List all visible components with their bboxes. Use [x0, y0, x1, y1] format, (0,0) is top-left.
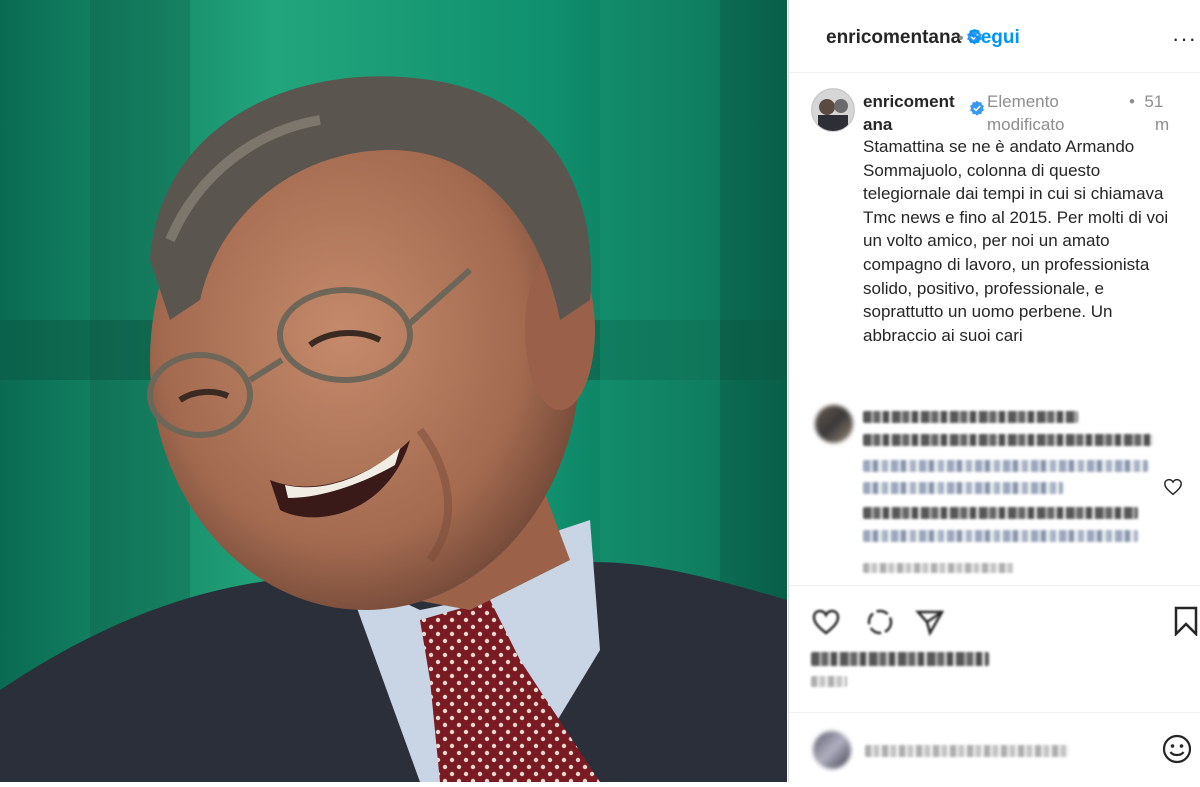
- caption-username[interactable]: enricoment ana: [863, 90, 963, 136]
- bookmark-icon[interactable]: [1173, 606, 1199, 636]
- add-comment-input-blurred[interactable]: [865, 745, 1069, 757]
- caption-text: Stamattina se ne è andato Armando Sommaj…: [863, 137, 1169, 345]
- current-user-avatar: [813, 731, 851, 769]
- comment-like-heart-icon[interactable]: [1163, 478, 1183, 496]
- comment-text-blurred: [863, 530, 1138, 542]
- action-bar: [789, 585, 1200, 786]
- caption-username-line2[interactable]: ana: [863, 113, 963, 136]
- emoji-icon[interactable]: [1161, 733, 1193, 765]
- comment-avatar[interactable]: [815, 405, 853, 443]
- header-separator: •: [958, 30, 964, 47]
- edited-line1: Elemento: [987, 92, 1059, 111]
- time-unit[interactable]: m: [1129, 113, 1189, 136]
- comment-text-blurred: [863, 482, 1063, 494]
- comment-icon[interactable]: [865, 608, 895, 636]
- edited-label: Elemento modificato: [987, 90, 1097, 136]
- comment-text-blurred: [863, 411, 1078, 423]
- post-header: enricomentana • Segui ···: [789, 0, 1200, 73]
- more-options-icon[interactable]: ···: [1172, 26, 1197, 52]
- time-value[interactable]: 51: [1144, 92, 1163, 111]
- post-timestamp[interactable]: • 51 m: [1129, 90, 1189, 136]
- add-comment-row: [789, 712, 1200, 787]
- caption-avatar[interactable]: [811, 88, 855, 132]
- portrait-photo: [0, 0, 787, 782]
- comment-text-blurred: [863, 460, 1148, 472]
- time-separator: •: [1129, 92, 1135, 111]
- edited-line2: modificato: [987, 115, 1065, 134]
- post-photo[interactable]: [0, 0, 787, 782]
- caption-username-line1[interactable]: enricoment: [863, 90, 963, 113]
- heart-icon[interactable]: [811, 608, 841, 636]
- comment-text-blurred: [863, 434, 1153, 446]
- post-date-blurred: [811, 676, 847, 687]
- post-sidebar: enricomentana • Segui ··· enricoment ana…: [788, 0, 1200, 782]
- avatar-image: [812, 89, 854, 131]
- header-follow: • Segui: [958, 27, 1020, 49]
- follow-button[interactable]: Segui: [968, 27, 1020, 48]
- verified-badge-icon: [970, 100, 984, 116]
- share-icon[interactable]: [915, 608, 945, 636]
- comment-text-blurred: [863, 507, 1138, 519]
- comment-meta-blurred: [863, 563, 1013, 573]
- username-text[interactable]: enricomentana: [826, 27, 961, 48]
- likes-count-blurred[interactable]: [811, 652, 989, 666]
